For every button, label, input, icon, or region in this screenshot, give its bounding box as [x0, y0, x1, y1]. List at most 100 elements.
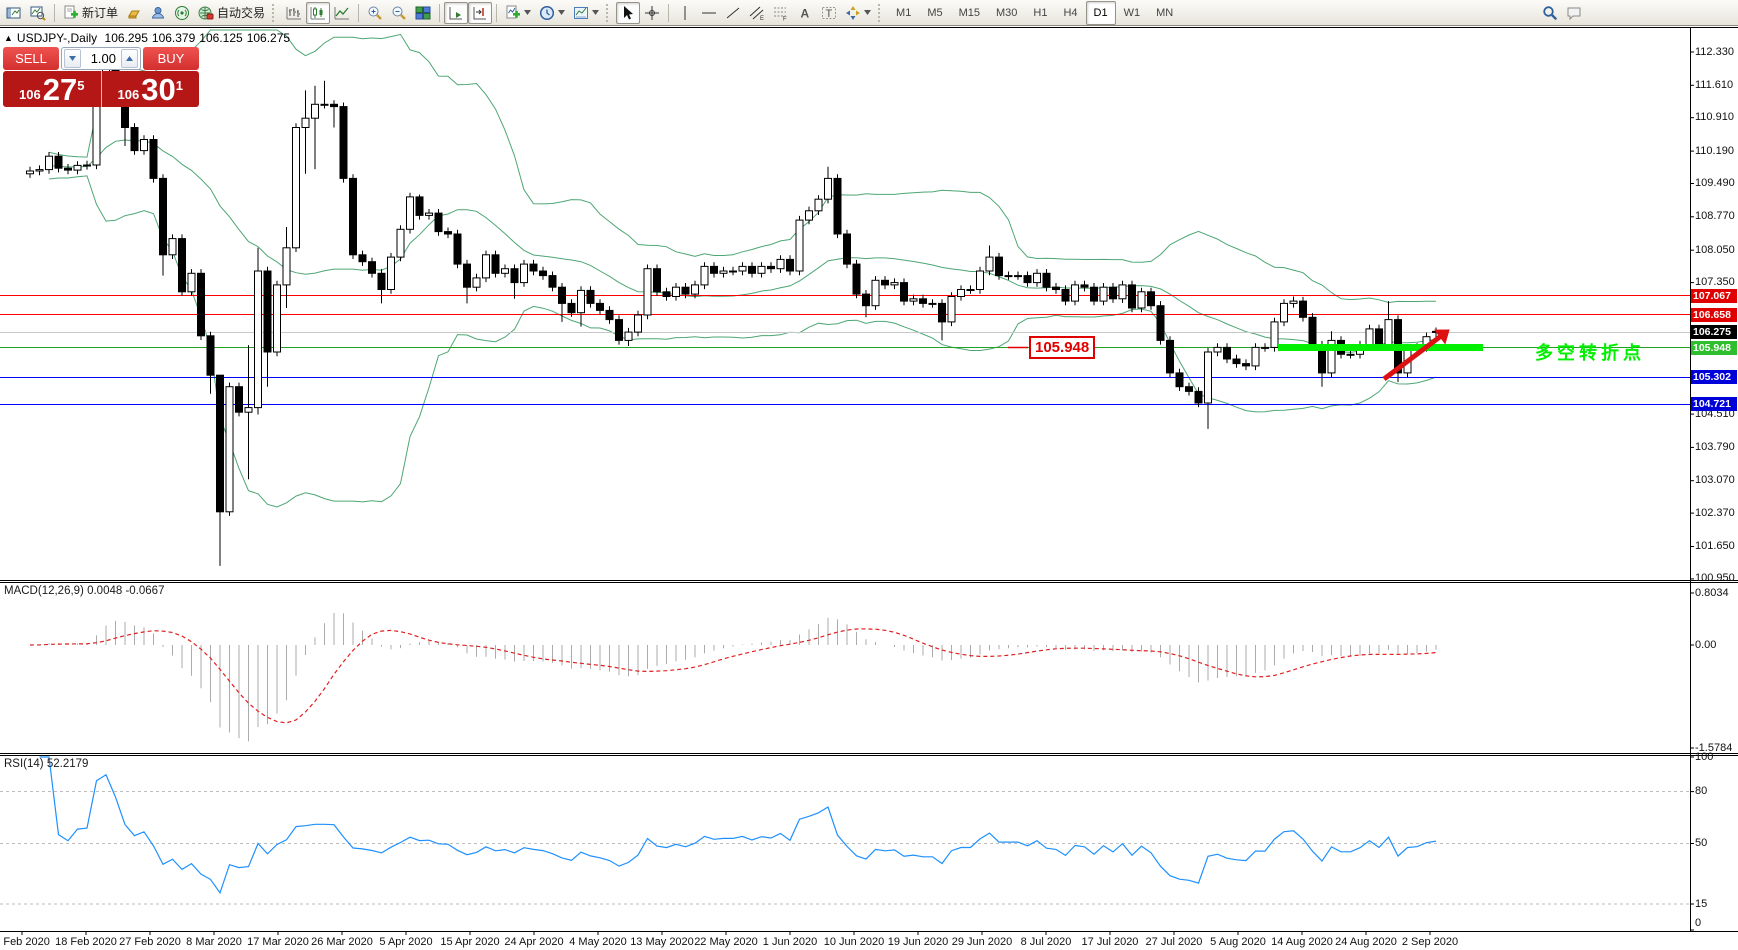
profile-icon: [30, 5, 46, 21]
cursor-button[interactable]: [616, 2, 640, 24]
price-axis-label: 100.950: [1695, 572, 1735, 584]
rsi-label: RSI(14) 52.2179: [4, 758, 88, 770]
date-label: 9 Feb 2020: [0, 936, 57, 948]
arrows-button[interactable]: [841, 2, 875, 24]
buy-price[interactable]: 106 30 1: [101, 71, 200, 107]
svg-text:E: E: [760, 16, 764, 21]
crosshair-icon: [644, 5, 660, 21]
price-tag: 106.275: [1691, 325, 1737, 339]
date-label: 4 May 2020: [563, 936, 633, 948]
date-label: 17 Mar 2020: [243, 936, 313, 948]
community-button[interactable]: [146, 2, 170, 24]
bar-chart-button[interactable]: [282, 2, 306, 24]
arrow-down-icon: [69, 56, 76, 61]
channel-button[interactable]: E: [745, 2, 769, 24]
timeframe-m5[interactable]: M5: [919, 1, 950, 25]
rsi-axis-label: 15: [1695, 898, 1707, 910]
new-order-button[interactable]: 新订单: [59, 2, 122, 24]
svg-text:T: T: [826, 8, 833, 20]
svg-text:F: F: [783, 16, 787, 21]
price-tag: 105.302: [1691, 370, 1737, 384]
price-text-label[interactable]: 105.948: [1029, 336, 1095, 359]
crosshair-button[interactable]: [640, 2, 664, 24]
svg-text:A: A: [801, 6, 810, 20]
volume-down-button[interactable]: [64, 49, 81, 68]
fibonacci-button[interactable]: F: [769, 2, 793, 24]
date-label: 29 Jun 2020: [947, 936, 1017, 948]
text-button[interactable]: A: [793, 2, 817, 24]
timeframe-m15[interactable]: M15: [951, 1, 988, 25]
macd-label: MACD(12,26,9) 0.0048 -0.0667: [4, 585, 164, 597]
search-button[interactable]: [1538, 2, 1562, 24]
timeframe-m1[interactable]: M1: [888, 1, 919, 25]
gold-button[interactable]: [122, 2, 146, 24]
profiles-button[interactable]: [26, 2, 50, 24]
auto-scroll-button[interactable]: [444, 2, 468, 24]
rsi-axis-label: 0: [1695, 917, 1701, 929]
hline-button[interactable]: [697, 2, 721, 24]
auto-trade-label: 自动交易: [217, 4, 265, 21]
timeframe-m30[interactable]: M30: [988, 1, 1025, 25]
sell-price[interactable]: 106 27 5: [3, 71, 101, 107]
chart-window-button[interactable]: [2, 2, 26, 24]
volume-field[interactable]: 1.00: [61, 47, 141, 70]
date-label: 5 Apr 2020: [371, 936, 441, 948]
volume-up-button[interactable]: [121, 49, 138, 68]
collapse-icon[interactable]: ▲: [4, 33, 13, 43]
timeframe-h1[interactable]: H1: [1025, 1, 1055, 25]
close-value: 106.275: [247, 31, 290, 45]
zoom-out-button[interactable]: [387, 2, 411, 24]
date-label: 13 May 2020: [627, 936, 697, 948]
zoom-in-button[interactable]: [363, 2, 387, 24]
support-zone-bar[interactable]: [1278, 344, 1483, 351]
price-axis-label: 108.050: [1695, 244, 1735, 256]
date-label: 18 Feb 2020: [51, 936, 121, 948]
periods-button[interactable]: [535, 2, 569, 24]
mt4-window: 新订单 自动交易: [0, 0, 1738, 950]
price-tag: 107.067: [1691, 289, 1737, 303]
high-value: 106.379: [152, 31, 195, 45]
sell-button[interactable]: SELL: [3, 47, 59, 70]
tile-windows-button[interactable]: [411, 2, 435, 24]
trendline-button[interactable]: [721, 2, 745, 24]
date-label: 22 May 2020: [691, 936, 761, 948]
indicators-button[interactable]: [501, 2, 535, 24]
signals-button[interactable]: [170, 2, 194, 24]
candle-chart-icon: [310, 5, 326, 21]
gold-icon: [126, 5, 142, 21]
price-tag: 106.658: [1691, 308, 1737, 322]
text-icon: A: [797, 5, 813, 21]
chart-canvas[interactable]: [0, 0, 1738, 950]
timeframe-h4[interactable]: H4: [1055, 1, 1085, 25]
shift-chart-button[interactable]: [468, 2, 492, 24]
buy-button[interactable]: BUY: [143, 47, 199, 70]
date-label: 1 Jun 2020: [755, 936, 825, 948]
timeframe-w1[interactable]: W1: [1116, 1, 1149, 25]
chat-button[interactable]: [1562, 2, 1586, 24]
fibonacci-icon: F: [773, 5, 789, 21]
toolbar: 新订单 自动交易: [0, 0, 1738, 26]
price-axis-label: 112.330: [1695, 46, 1734, 58]
date-label: 26 Mar 2020: [307, 936, 377, 948]
date-label: 14 Aug 2020: [1267, 936, 1337, 948]
volume-value[interactable]: 1.00: [83, 51, 119, 66]
timeframe-d1[interactable]: D1: [1086, 1, 1116, 25]
auto-trade-button[interactable]: 自动交易: [194, 2, 269, 24]
date-label: 19 Jun 2020: [883, 936, 953, 948]
candle-chart-button[interactable]: [306, 2, 330, 24]
date-label: 27 Jul 2020: [1139, 936, 1209, 948]
text-label-button[interactable]: T: [817, 2, 841, 24]
line-chart-button[interactable]: [330, 2, 354, 24]
date-label: 10 Jun 2020: [819, 936, 889, 948]
vline-icon: [677, 5, 693, 21]
price-tag: 105.948: [1691, 341, 1737, 355]
signals-icon: [174, 5, 190, 21]
trend-annotation-text[interactable]: 多空转折点: [1535, 339, 1645, 365]
text-label-icon: T: [821, 5, 837, 21]
vline-button[interactable]: [673, 2, 697, 24]
community-icon: [150, 5, 166, 21]
templates-button[interactable]: [569, 2, 603, 24]
timeframe-mn[interactable]: MN: [1148, 1, 1181, 25]
channel-icon: E: [749, 5, 765, 21]
date-label: 27 Feb 2020: [115, 936, 185, 948]
